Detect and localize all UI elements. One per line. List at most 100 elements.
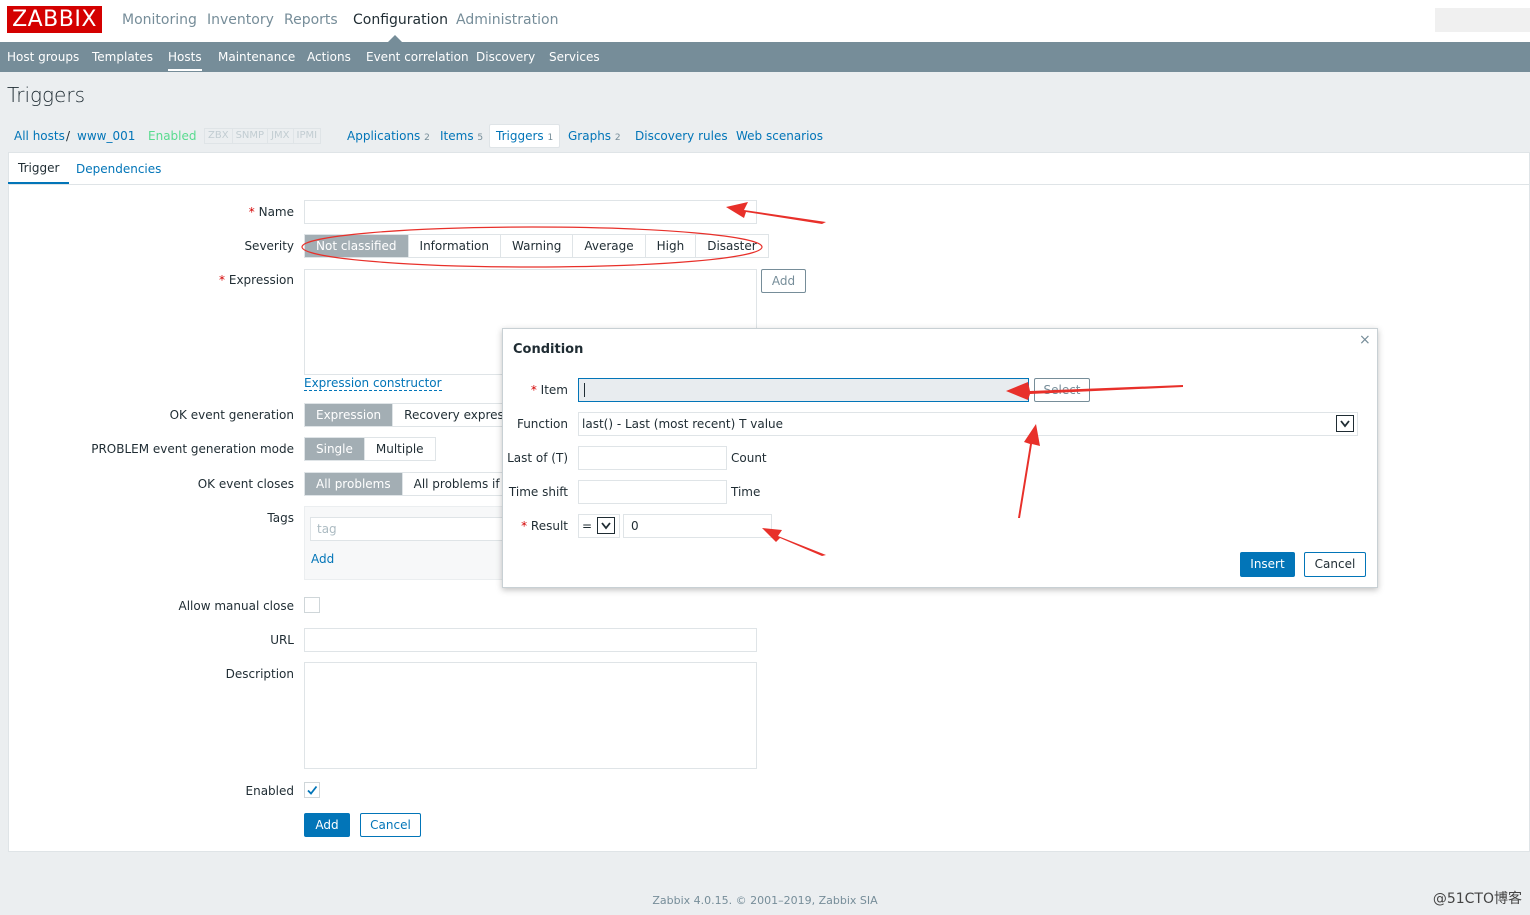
item-select-button[interactable]: Select [1034,378,1090,402]
submenu-event-correlation[interactable]: Event correlation [366,50,469,64]
last-of-unit: Count [731,451,767,465]
submenu-actions[interactable]: Actions [307,50,351,64]
menu-administration[interactable]: Administration [456,12,558,28]
ok-closes-all-problems[interactable]: All problems [305,473,403,495]
ok-event-closes-label: OK event closes [197,477,294,491]
problem-mode-selector: Single Multiple [304,437,436,461]
tab-trigger[interactable]: Trigger [8,155,70,185]
menu-inventory[interactable]: Inventory [207,12,274,28]
breadcrumb-applications[interactable]: Applications 2 [347,129,430,143]
menu-configuration[interactable]: Configuration [353,12,448,28]
severity-disaster[interactable]: Disaster [696,235,768,257]
enabled-checkbox[interactable] [304,782,320,798]
tags-add-link[interactable]: Add [311,552,334,566]
ok-event-closes-selector: All problems All problems if tag [304,472,536,496]
severity-warning[interactable]: Warning [501,235,574,257]
severity-selector: Not classified Information Warning Avera… [304,234,769,258]
submenu-templates[interactable]: Templates [92,50,153,64]
cancel-button[interactable]: Cancel [360,813,421,837]
description-label: Description [225,667,294,681]
breadcrumb-triggers[interactable]: Triggers 1 [489,124,561,148]
url-input[interactable] [304,628,757,652]
severity-average[interactable]: Average [573,235,646,257]
items-label: Items [440,129,474,143]
search-input[interactable] [1435,8,1530,32]
page-title: Triggers [7,83,86,107]
menu-monitoring[interactable]: Monitoring [122,12,197,28]
submenu-hosts[interactable]: Hosts [168,50,202,71]
enabled-label: Enabled [245,784,295,798]
ipmi-indicator: IPMI [296,130,318,141]
chevron-down-icon[interactable] [1336,415,1354,432]
graphs-label: Graphs [568,129,612,143]
result-label-text: Result [530,519,568,533]
item-label-text: Item [540,383,568,397]
severity-label: Severity [244,239,294,253]
items-count: 5 [477,133,484,143]
submenu-maintenance[interactable]: Maintenance [218,50,295,64]
required-mark: * [219,273,226,287]
selected-menu-indicator [388,35,402,42]
name-input[interactable] [304,200,757,224]
breadcrumb-all-hosts[interactable]: All hosts [14,129,65,143]
submenu-services[interactable]: Services [549,50,600,64]
chevron-down-icon[interactable] [597,517,615,534]
text-cursor [584,383,585,397]
checkmark-icon [307,785,318,795]
submenu-discovery[interactable]: Discovery [476,50,535,64]
name-label: * Name [100,205,294,219]
expression-add-button[interactable]: Add [761,269,806,293]
submenu-host-groups[interactable]: Host groups [7,50,79,64]
availability-indicators: ZBX SNMP JMX IPMI [204,128,322,144]
function-select[interactable]: last() - Last (most recent) T value [578,412,1358,436]
ok-event-expression[interactable]: Expression [305,404,394,426]
breadcrumb-separator: / [66,129,71,143]
zabbix-logo[interactable]: ZABBIX [7,6,102,33]
function-label: Function [516,417,568,431]
applications-count: 2 [424,133,430,143]
item-input[interactable] [578,378,1029,402]
footer: Zabbix 4.0.15. © 2001–2019, Zabbix SIA [652,894,878,907]
close-icon[interactable]: × [1359,332,1371,348]
expression-constructor-link[interactable]: Expression constructor [304,376,442,391]
watermark: @51CTO博客 [1432,891,1522,907]
jmx-indicator: JMX [268,129,294,143]
time-shift-unit: Time [731,485,761,499]
result-value-input[interactable]: 0 [623,514,772,538]
last-of-input[interactable] [578,446,727,470]
add-button[interactable]: Add [304,813,350,837]
menu-reports[interactable]: Reports [284,12,338,28]
insert-button[interactable]: Insert [1240,552,1295,577]
severity-information[interactable]: Information [408,235,501,257]
tags-label: Tags [267,511,294,525]
problem-mode-single[interactable]: Single [305,438,365,460]
breadcrumb-web-scenarios[interactable]: Web scenarios [736,129,823,143]
breadcrumb-graphs[interactable]: Graphs 2 [568,129,621,143]
problem-mode-multiple[interactable]: Multiple [364,438,435,460]
tab-divider [8,184,1530,185]
status-badge[interactable]: Enabled [148,129,197,143]
allow-manual-close-label: Allow manual close [178,599,294,613]
required-mark: * [521,519,528,533]
applications-label: Applications [347,129,421,143]
description-textarea[interactable] [304,662,757,769]
breadcrumb-items[interactable]: Items 5 [440,129,483,143]
item-label: * Item [510,383,568,397]
time-shift-input[interactable] [578,480,727,504]
allow-manual-close-checkbox[interactable] [304,597,320,613]
snmp-indicator: SNMP [233,129,269,143]
name-label-text: Name [258,205,294,219]
breadcrumb-discovery-rules[interactable]: Discovery rules [635,129,728,143]
url-label: URL [270,633,294,647]
severity-high[interactable]: High [645,235,697,257]
required-mark: * [530,383,537,397]
time-shift-label: Time shift [508,485,568,499]
severity-not-classified[interactable]: Not classified [305,235,409,257]
tag-input[interactable]: tag [310,517,504,541]
dialog-cancel-button[interactable]: Cancel [1304,552,1366,577]
zbx-indicator: ZBX [205,129,233,143]
result-label: * Result [505,519,568,533]
last-of-label: Last of (T) [507,451,568,465]
tab-dependencies[interactable]: Dependencies [76,162,161,176]
breadcrumb-host[interactable]: www_001 [77,129,135,143]
